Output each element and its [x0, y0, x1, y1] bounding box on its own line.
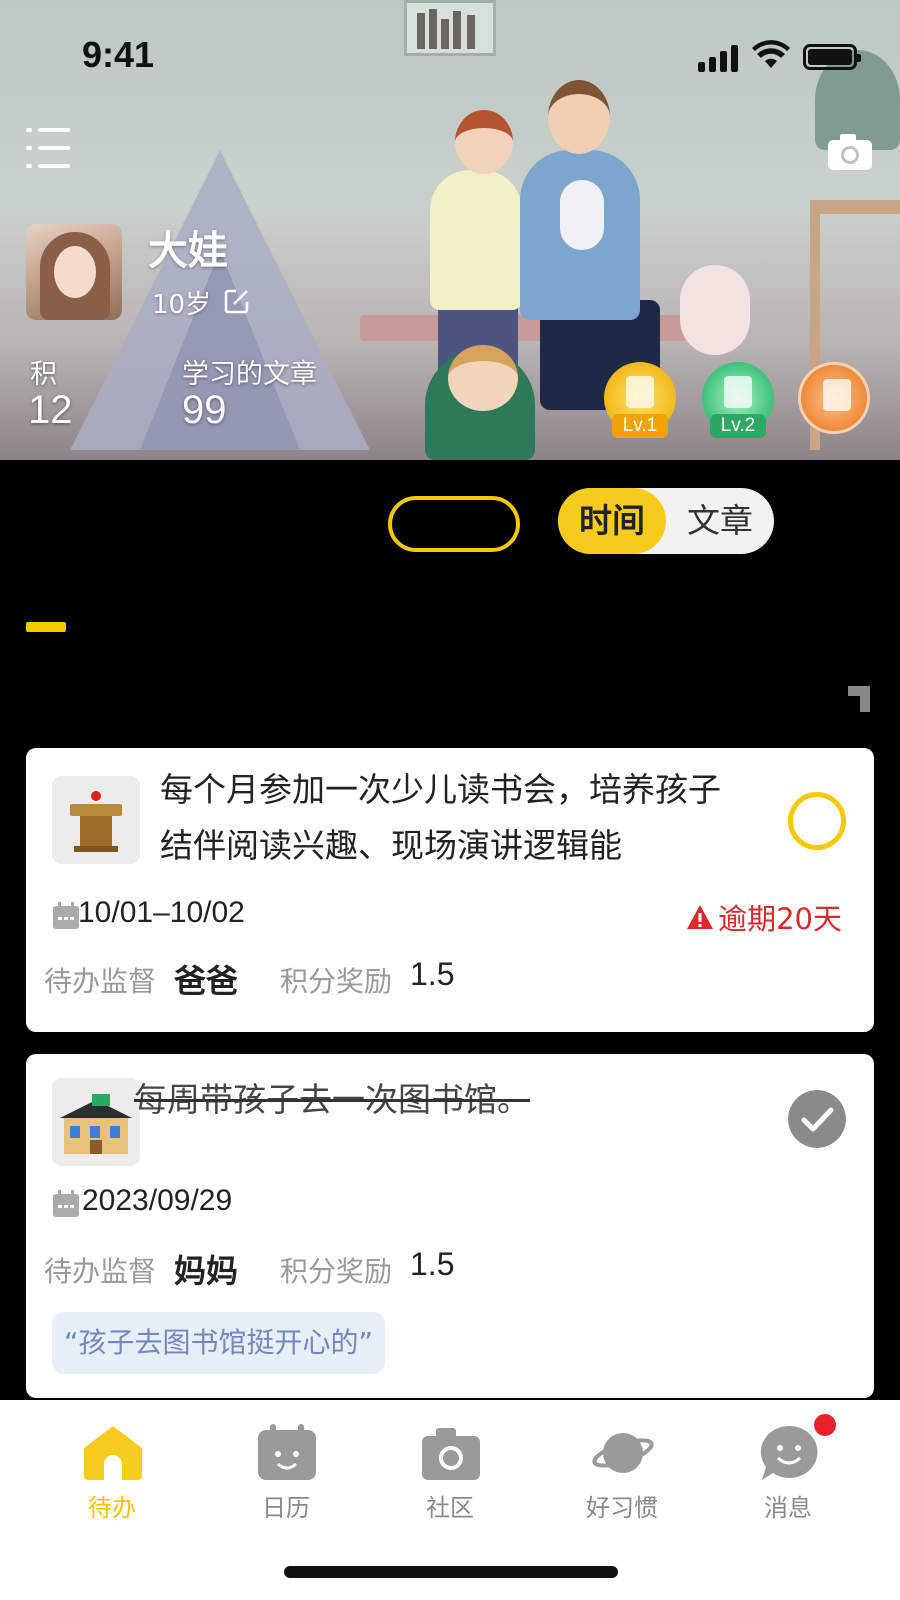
profile-header: 9:41 大娃 10岁 积 12 学习的文章 99 Lv.1 Lv.2 [0, 0, 900, 460]
status-time: 9:41 [82, 34, 155, 75]
task-date: 10/01–10/02 [78, 896, 245, 929]
wallet-badge-icon [724, 376, 752, 408]
task-card[interactable]: 每周带孩子去一次图书馆。 2023/09/29 待办监督 妈妈 积分奖励 1.5… [26, 1054, 874, 1398]
calendar-small-icon [53, 902, 79, 929]
section-indicator [26, 622, 66, 632]
tab-calendar[interactable]: 日历 [226, 1418, 346, 1528]
camera-icon[interactable] [828, 132, 872, 170]
supervisor-name: 妈妈 [174, 1252, 239, 1290]
level-2-badge-label: Lv.2 [710, 414, 766, 438]
camera-icon [422, 1428, 480, 1480]
checkmark-icon[interactable] [788, 1090, 846, 1148]
sort-toggle: 时间 文章 [558, 488, 774, 554]
points-reward-value: 1.5 [410, 1246, 455, 1282]
overdue-text: 逾期20天 [718, 902, 842, 936]
home-indicator[interactable] [284, 1566, 618, 1578]
level-1-badge[interactable]: Lv.1 [604, 362, 676, 438]
tab-messages-label: 消息 [764, 1494, 812, 1522]
tab-good-habits-label: 好习惯 [586, 1494, 658, 1522]
supervisor-name: 爸爸 [174, 962, 239, 1000]
temple-badge[interactable] [798, 362, 870, 434]
tab-community[interactable]: 社区 [390, 1418, 510, 1528]
status-bar: 9:41 [0, 0, 900, 110]
calendar-icon [258, 1424, 316, 1480]
tab-todo-label: 待办 [88, 1494, 136, 1522]
calendar-small-icon [53, 1190, 79, 1217]
user-age: 10岁 [152, 290, 212, 320]
home-icon [84, 1426, 142, 1480]
points-stat-label: 积 [30, 359, 57, 390]
complete-toggle-circle[interactable] [788, 792, 846, 850]
library-icon [52, 1078, 140, 1166]
podium-icon [52, 776, 140, 864]
user-name: 大娃 [148, 228, 228, 274]
supervisor-label: 待办监督 [44, 965, 157, 998]
warning-icon [687, 905, 714, 929]
wifi-icon [752, 40, 790, 68]
planet-icon [592, 1433, 654, 1473]
tab-todo[interactable]: 待办 [52, 1418, 172, 1528]
supervisor-label: 待办监督 [44, 1255, 157, 1288]
task-comment: “孩子去图书馆挺开心的” [52, 1312, 386, 1374]
mother-illustration [430, 170, 522, 310]
plush-toy-illustration [680, 265, 750, 355]
articles-stat-label: 学习的文章 [182, 359, 317, 390]
task-title: 每个月参加一次少儿读书会，培养孩子结伴阅读兴趣、现场演讲逻辑能 [160, 770, 721, 865]
task-date: 2023/09/29 [82, 1184, 233, 1217]
level-2-badge[interactable]: Lv.2 [702, 362, 774, 438]
expand-icon[interactable] [848, 686, 870, 712]
points-reward-label: 积分奖励 [280, 1255, 393, 1288]
points-reward-value: 1.5 [410, 956, 455, 992]
tab-community-label: 社区 [426, 1494, 474, 1522]
points-stat-value: 12 [28, 388, 73, 432]
battery-icon [803, 44, 861, 70]
filter-pill[interactable] [388, 496, 520, 552]
cellular-signal-icon [698, 44, 742, 72]
articles-stat-value: 99 [182, 388, 227, 432]
tab-calendar-label: 日历 [262, 1494, 310, 1522]
points-reward-label: 积分奖励 [280, 965, 393, 998]
level-1-badge-label: Lv.1 [612, 414, 668, 438]
document-badge-icon [626, 376, 654, 408]
overdue-status: 逾期20天 [686, 896, 842, 938]
tab-good-habits[interactable]: 好习惯 [562, 1418, 682, 1528]
chat-icon [760, 1425, 818, 1480]
mother-illustration-head [455, 110, 513, 174]
child-illustration-head [448, 345, 518, 411]
task-title: 每周带孩子去一次图书馆。 [134, 1080, 530, 1119]
menu-icon[interactable] [26, 128, 72, 170]
edit-icon[interactable] [224, 288, 250, 314]
sort-by-article-tab[interactable]: 文章 [666, 488, 774, 554]
avatar[interactable] [26, 224, 122, 320]
bunny-toy-illustration [560, 180, 604, 250]
temple-badge-icon [823, 379, 851, 411]
task-card[interactable]: 每个月参加一次少儿读书会，培养孩子结伴阅读兴趣、现场演讲逻辑能 10/01–10… [26, 748, 874, 1032]
sort-by-time-tab[interactable]: 时间 [558, 488, 666, 554]
notification-badge [812, 1412, 838, 1438]
